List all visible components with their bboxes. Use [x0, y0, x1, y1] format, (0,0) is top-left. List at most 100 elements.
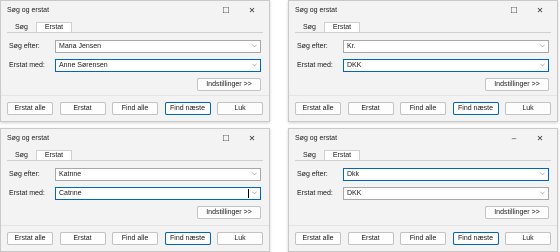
button-row: Erstat alle Erstat Find alle Find næste … — [7, 102, 263, 115]
find-all-button[interactable]: Find alle — [400, 232, 446, 245]
divider — [289, 225, 557, 226]
tab-strip: Søg Erstat — [289, 19, 557, 33]
replace-input[interactable]: Anne Sørensen ⌵ — [55, 58, 261, 72]
find-value[interactable]: Dkk — [344, 171, 537, 178]
minimize-icon[interactable]: – — [501, 129, 527, 147]
title-bar: Søg og erstat ☐ ✕ — [1, 129, 269, 147]
replace-value[interactable]: Catrine — [56, 190, 248, 197]
replace-all-button[interactable]: Erstat alle — [7, 232, 53, 245]
replace-form: Søg efter: Maria Jensen ⌵ Erstat med: An… — [1, 33, 269, 73]
replace-all-button[interactable]: Erstat alle — [7, 102, 53, 115]
dialog-title: Søg og erstat — [7, 6, 50, 14]
find-replace-dialog: Søg og erstat ☐ ✕ Søg Erstat Søg efter: … — [288, 0, 558, 122]
find-input[interactable]: Katrine ⌵ — [55, 167, 261, 181]
replace-value[interactable]: DKK — [344, 190, 537, 197]
dialog-title: Søg og erstat — [295, 6, 338, 14]
find-value[interactable]: Maria Jensen — [56, 43, 249, 50]
chevron-down-icon[interactable]: ⌵ — [249, 188, 260, 199]
chevron-down-icon[interactable]: ⌵ — [537, 169, 548, 180]
chevron-down-icon[interactable]: ⌵ — [537, 60, 548, 71]
divider — [1, 95, 269, 96]
replace-label: Erstat med: — [297, 189, 333, 197]
close-button[interactable]: Luk — [217, 102, 263, 115]
find-label: Søg efter: — [297, 170, 328, 178]
chevron-down-icon[interactable]: ⌵ — [249, 169, 260, 180]
chevron-down-icon[interactable]: ⌵ — [249, 41, 260, 52]
replace-input[interactable]: DKK ⌵ — [343, 186, 549, 200]
find-label: Søg efter: — [9, 170, 40, 178]
replace-form: Søg efter: Dkk ⌵ Erstat med: DKK ⌵ — [289, 161, 557, 201]
window-controls: ☐ ✕ — [213, 129, 265, 147]
replace-button[interactable]: Erstat — [347, 232, 394, 245]
button-row: Erstat alle Erstat Find alle Find næste … — [7, 232, 263, 245]
window-controls: ☐ ✕ — [213, 1, 265, 19]
close-button[interactable]: Luk — [217, 232, 263, 245]
tab-strip: Søg Erstat — [289, 147, 557, 161]
tab-divider — [295, 32, 551, 33]
tab-divider — [295, 160, 551, 161]
options-button[interactable]: Indstillinger >> — [197, 206, 261, 219]
title-bar: Søg og erstat ☐ ✕ — [1, 1, 269, 19]
options-button[interactable]: Indstillinger >> — [485, 206, 549, 219]
find-input[interactable]: Dkk ⌵ — [343, 167, 549, 181]
replace-button[interactable]: Erstat — [59, 232, 106, 245]
close-button[interactable]: Luk — [505, 232, 551, 245]
chevron-down-icon[interactable]: ⌵ — [249, 60, 260, 71]
find-next-button[interactable]: Find næste — [452, 102, 499, 115]
find-label: Søg efter: — [9, 42, 40, 50]
replace-label: Erstat med: — [9, 61, 45, 69]
replace-all-button[interactable]: Erstat alle — [295, 232, 341, 245]
window-controls: ☐ ✕ — [501, 1, 553, 19]
find-replace-dialog: Søg og erstat – ✕ Søg Erstat Søg efter: … — [288, 128, 558, 252]
find-value[interactable]: Katrine — [56, 171, 249, 178]
close-icon[interactable]: ✕ — [527, 1, 553, 19]
replace-label: Erstat med: — [297, 61, 333, 69]
find-value[interactable]: Kr. — [344, 43, 537, 50]
replace-all-button[interactable]: Erstat alle — [295, 102, 341, 115]
divider — [289, 95, 557, 96]
options-button[interactable]: Indstillinger >> — [197, 78, 261, 91]
divider — [1, 225, 269, 226]
maximize-icon[interactable]: ☐ — [213, 129, 239, 147]
close-icon[interactable]: ✕ — [239, 1, 265, 19]
dialog-title: Søg og erstat — [7, 134, 50, 142]
replace-input[interactable]: DKK ⌵ — [343, 58, 549, 72]
chevron-down-icon[interactable]: ⌵ — [537, 41, 548, 52]
replace-form: Søg efter: Katrine ⌵ Erstat med: Catrine… — [1, 161, 269, 201]
button-row: Erstat alle Erstat Find alle Find næste … — [295, 102, 551, 115]
find-input[interactable]: Maria Jensen ⌵ — [55, 39, 261, 53]
close-icon[interactable]: ✕ — [239, 129, 265, 147]
find-next-button[interactable]: Find næste — [452, 232, 499, 245]
tab-divider — [7, 32, 263, 33]
chevron-down-icon[interactable]: ⌵ — [537, 188, 548, 199]
tab-strip: Søg Erstat — [1, 19, 269, 33]
find-label: Søg efter: — [297, 42, 328, 50]
title-bar: Søg og erstat – ✕ — [289, 129, 557, 147]
maximize-icon[interactable]: ☐ — [213, 1, 239, 19]
title-bar: Søg og erstat ☐ ✕ — [289, 1, 557, 19]
find-input[interactable]: Kr. ⌵ — [343, 39, 549, 53]
tab-strip: Søg Erstat — [1, 147, 269, 161]
close-icon[interactable]: ✕ — [527, 129, 553, 147]
find-all-button[interactable]: Find alle — [112, 102, 158, 115]
replace-button[interactable]: Erstat — [59, 102, 106, 115]
window-controls: – ✕ — [501, 129, 553, 147]
replace-value[interactable]: Anne Sørensen — [56, 62, 249, 69]
close-button[interactable]: Luk — [505, 102, 551, 115]
find-all-button[interactable]: Find alle — [400, 102, 446, 115]
find-replace-dialog: Søg og erstat ☐ ✕ Søg Erstat Søg efter: … — [0, 128, 270, 252]
dialog-title: Søg og erstat — [295, 134, 338, 142]
replace-value[interactable]: DKK — [344, 62, 537, 69]
maximize-icon[interactable]: ☐ — [501, 1, 527, 19]
options-button[interactable]: Indstillinger >> — [485, 78, 549, 91]
find-next-button[interactable]: Find næste — [164, 102, 211, 115]
replace-button[interactable]: Erstat — [347, 102, 394, 115]
button-row: Erstat alle Erstat Find alle Find næste … — [295, 232, 551, 245]
replace-form: Søg efter: Kr. ⌵ Erstat med: DKK ⌵ — [289, 33, 557, 73]
find-next-button[interactable]: Find næste — [164, 232, 211, 245]
replace-input[interactable]: Catrine ⌵ — [55, 186, 261, 200]
find-all-button[interactable]: Find alle — [112, 232, 158, 245]
replace-label: Erstat med: — [9, 189, 45, 197]
tab-divider — [7, 160, 263, 161]
find-replace-dialog: Søg og erstat ☐ ✕ Søg Erstat Søg efter: … — [0, 0, 270, 122]
